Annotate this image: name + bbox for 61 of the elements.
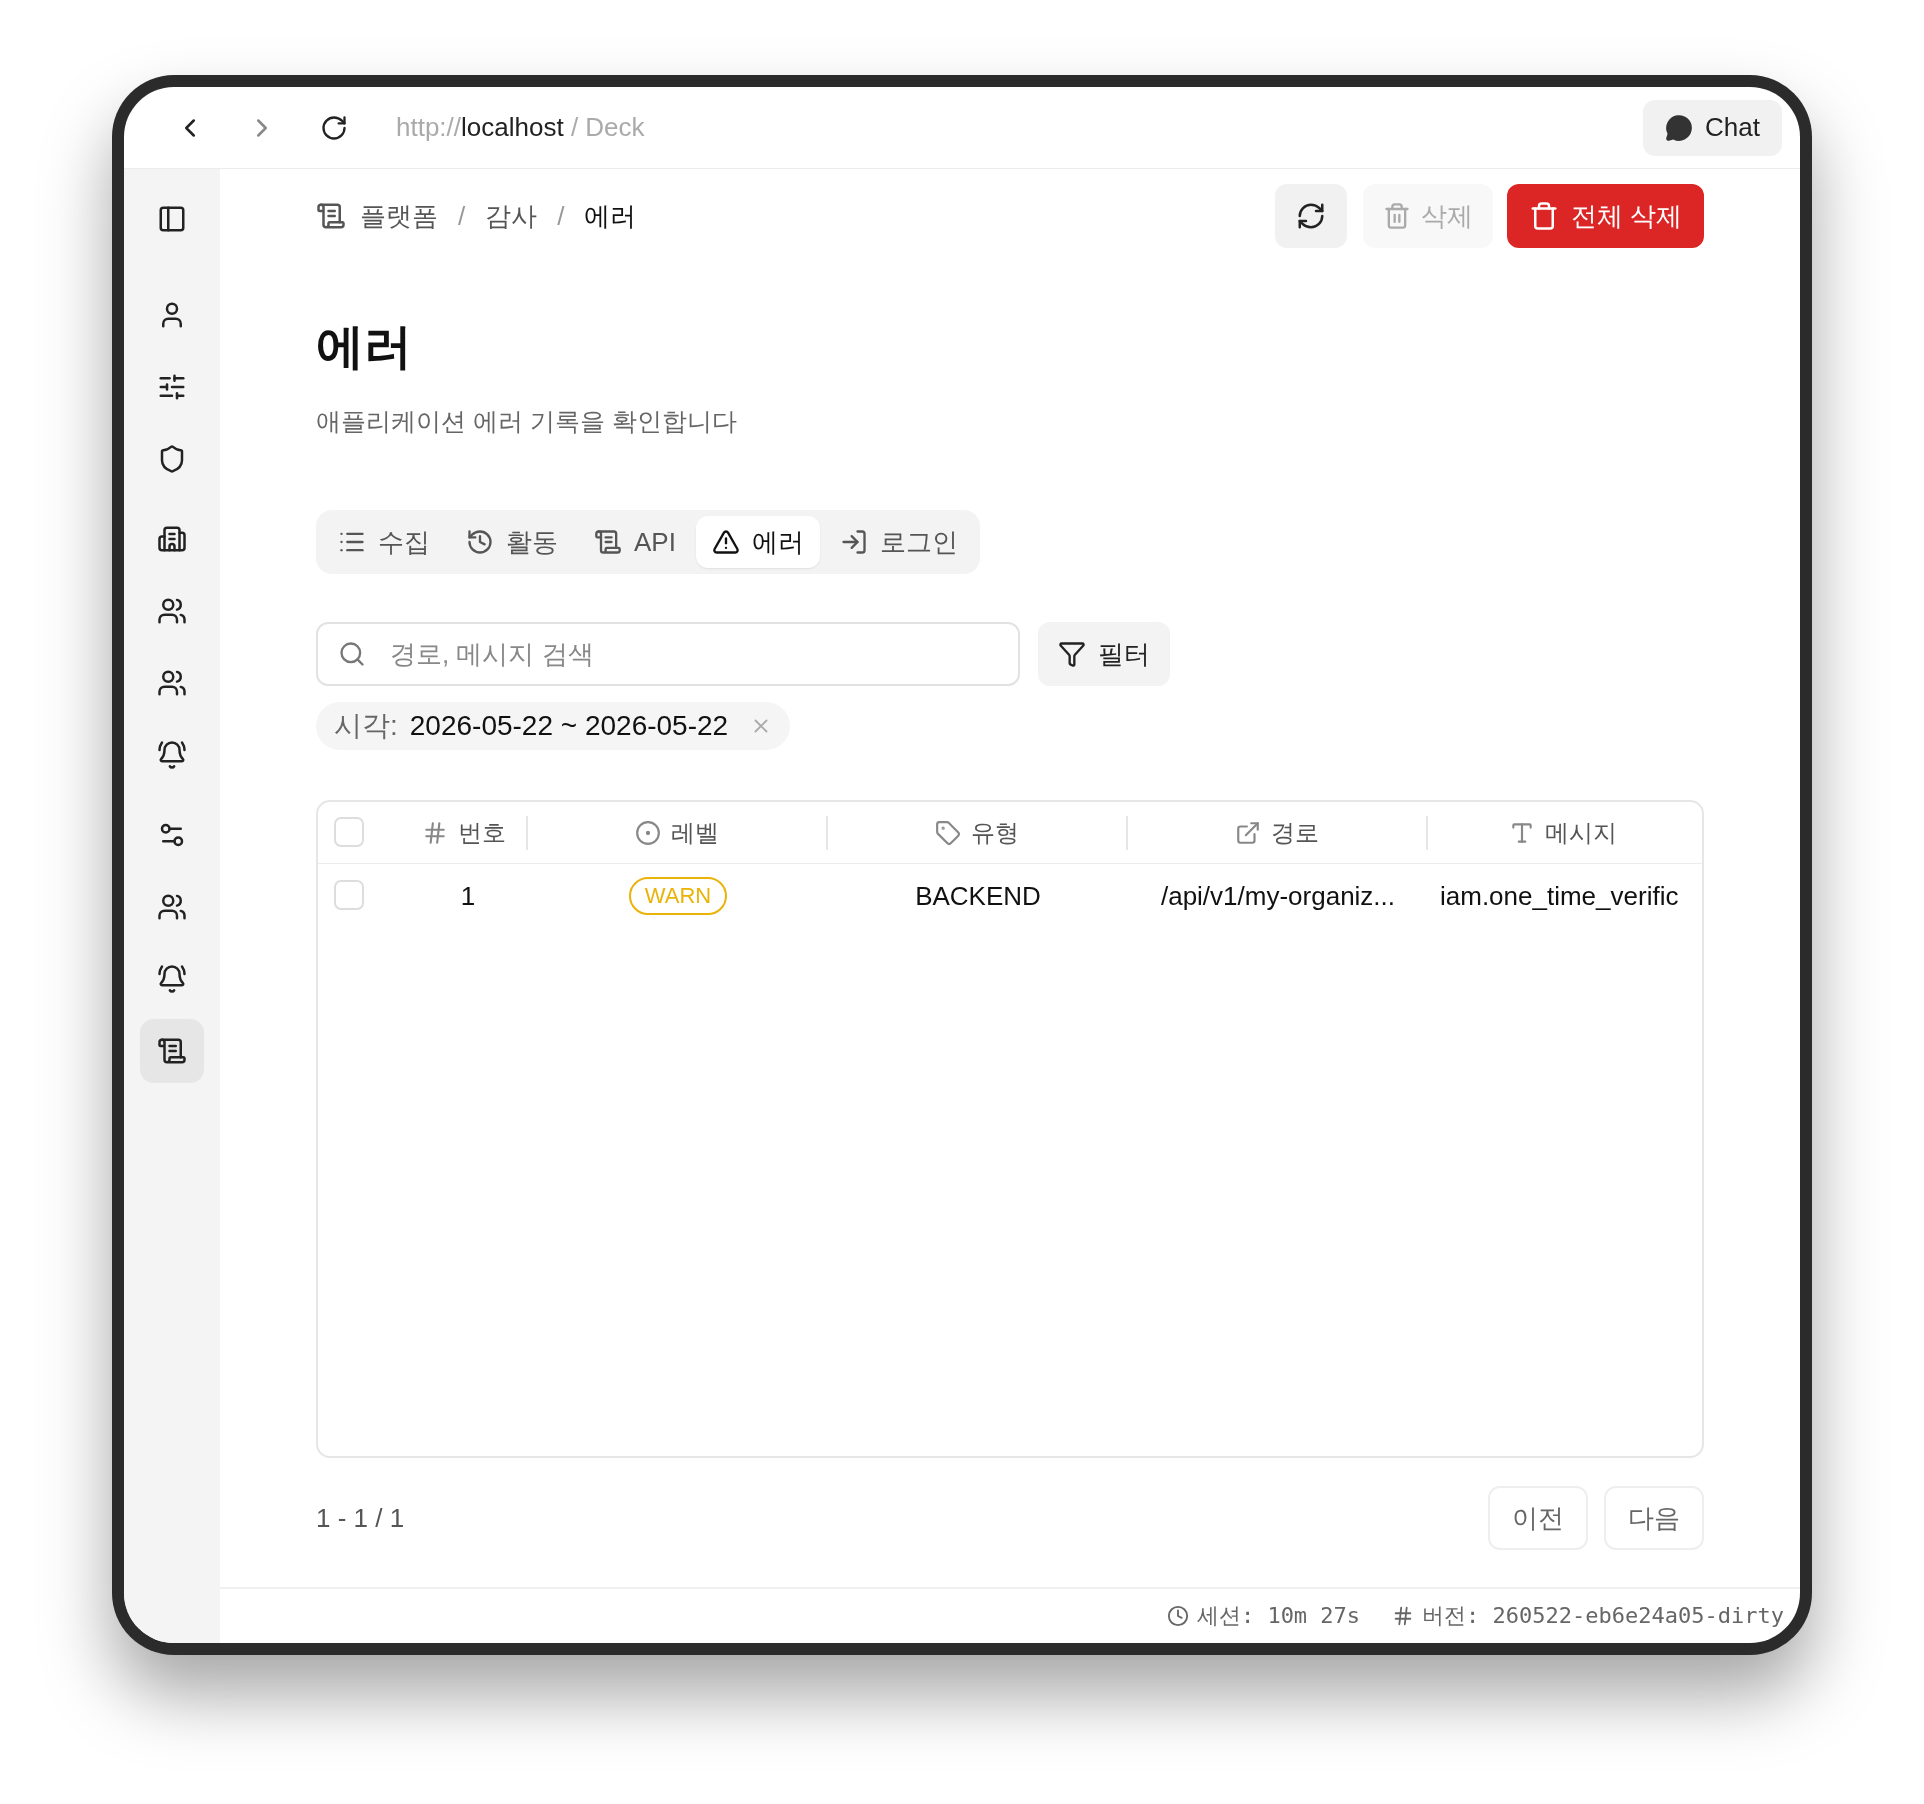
tab[interactable]: 에러: [695, 516, 820, 568]
next-button[interactable]: 다음: [1604, 1486, 1704, 1550]
tab[interactable]: API: [578, 516, 692, 568]
breadcrumb-link[interactable]: 감사: [485, 198, 538, 234]
sliders-icon: [157, 372, 187, 402]
tab[interactable]: 로그인: [823, 516, 974, 568]
chip-label: 시각:: [334, 709, 398, 743]
chat-icon: [1665, 113, 1694, 142]
external-link-icon: [1235, 819, 1261, 846]
breadcrumb-separator: /: [557, 200, 565, 232]
session-time: 세션: 10m 27s: [1196, 1602, 1361, 1630]
trash-icon: [1382, 202, 1411, 230]
column-header[interactable]: 메시지: [1545, 816, 1617, 849]
select-all-checkbox[interactable]: [334, 816, 364, 847]
users-icon: [157, 668, 187, 698]
address-field[interactable]: http://localhost / Deck: [396, 112, 1644, 143]
page-description: 애플리케이션 에러 기록을 확인합니다: [316, 406, 738, 437]
circle-dot-icon: [635, 819, 661, 846]
pagination-range: 1 - 1 / 1: [316, 1502, 406, 1534]
tab[interactable]: 활동: [450, 516, 574, 568]
column-header[interactable]: 번호: [458, 816, 506, 849]
scroll-icon: [594, 528, 622, 556]
previous-button[interactable]: 이전: [1488, 1486, 1588, 1550]
column-header[interactable]: 레벨: [671, 816, 719, 849]
warning-icon: [711, 528, 740, 556]
level-badge: WARN: [628, 877, 728, 915]
column-header[interactable]: 유형: [971, 816, 1019, 849]
delete-all-button[interactable]: 전체 삭제: [1506, 184, 1704, 248]
panel-left-icon: [157, 204, 187, 234]
search-field[interactable]: 경로, 메시지 검색: [316, 622, 1020, 686]
row-checkbox[interactable]: [334, 880, 364, 910]
table-cell: /api/v1/my-organiz...: [1160, 880, 1396, 911]
bell-icon: [157, 740, 187, 770]
bell-icon: [157, 964, 187, 994]
history-icon: [466, 528, 494, 556]
chip-value: 2026-05-22 ~ 2026-05-22: [409, 710, 729, 742]
scroll-icon: [316, 201, 346, 231]
reload-icon: [320, 113, 348, 142]
version-text: 버전: 260522-eb6e24a05-dirty: [1422, 1602, 1784, 1630]
table-cell: BACKEND: [915, 880, 1041, 911]
hash-icon: [422, 819, 448, 846]
tag-icon: [935, 819, 961, 846]
breadcrumb-current: 에러: [584, 199, 637, 233]
chat-button[interactable]: Chat: [1643, 99, 1782, 156]
tab[interactable]: 수집: [322, 516, 446, 568]
sidebar-item[interactable]: [140, 1019, 204, 1083]
column-header[interactable]: 경로: [1271, 816, 1319, 849]
users-icon: [157, 892, 187, 922]
building-icon: [157, 524, 187, 554]
page-title: 에러: [316, 319, 413, 375]
breadcrumb-separator: /: [458, 200, 466, 232]
users-icon: [157, 596, 187, 626]
table-cell: iam.one_time_verific: [1440, 880, 1679, 911]
login-icon: [839, 528, 868, 556]
scroll-icon: [157, 1036, 187, 1066]
filter-icon: [1058, 640, 1086, 668]
filter-button[interactable]: 필터: [1038, 622, 1170, 686]
refresh-button[interactable]: [1274, 184, 1347, 248]
breadcrumb-link[interactable]: 플랫폼: [360, 198, 438, 234]
table-cell: 1: [460, 880, 476, 911]
clock-icon: [1166, 1605, 1189, 1627]
